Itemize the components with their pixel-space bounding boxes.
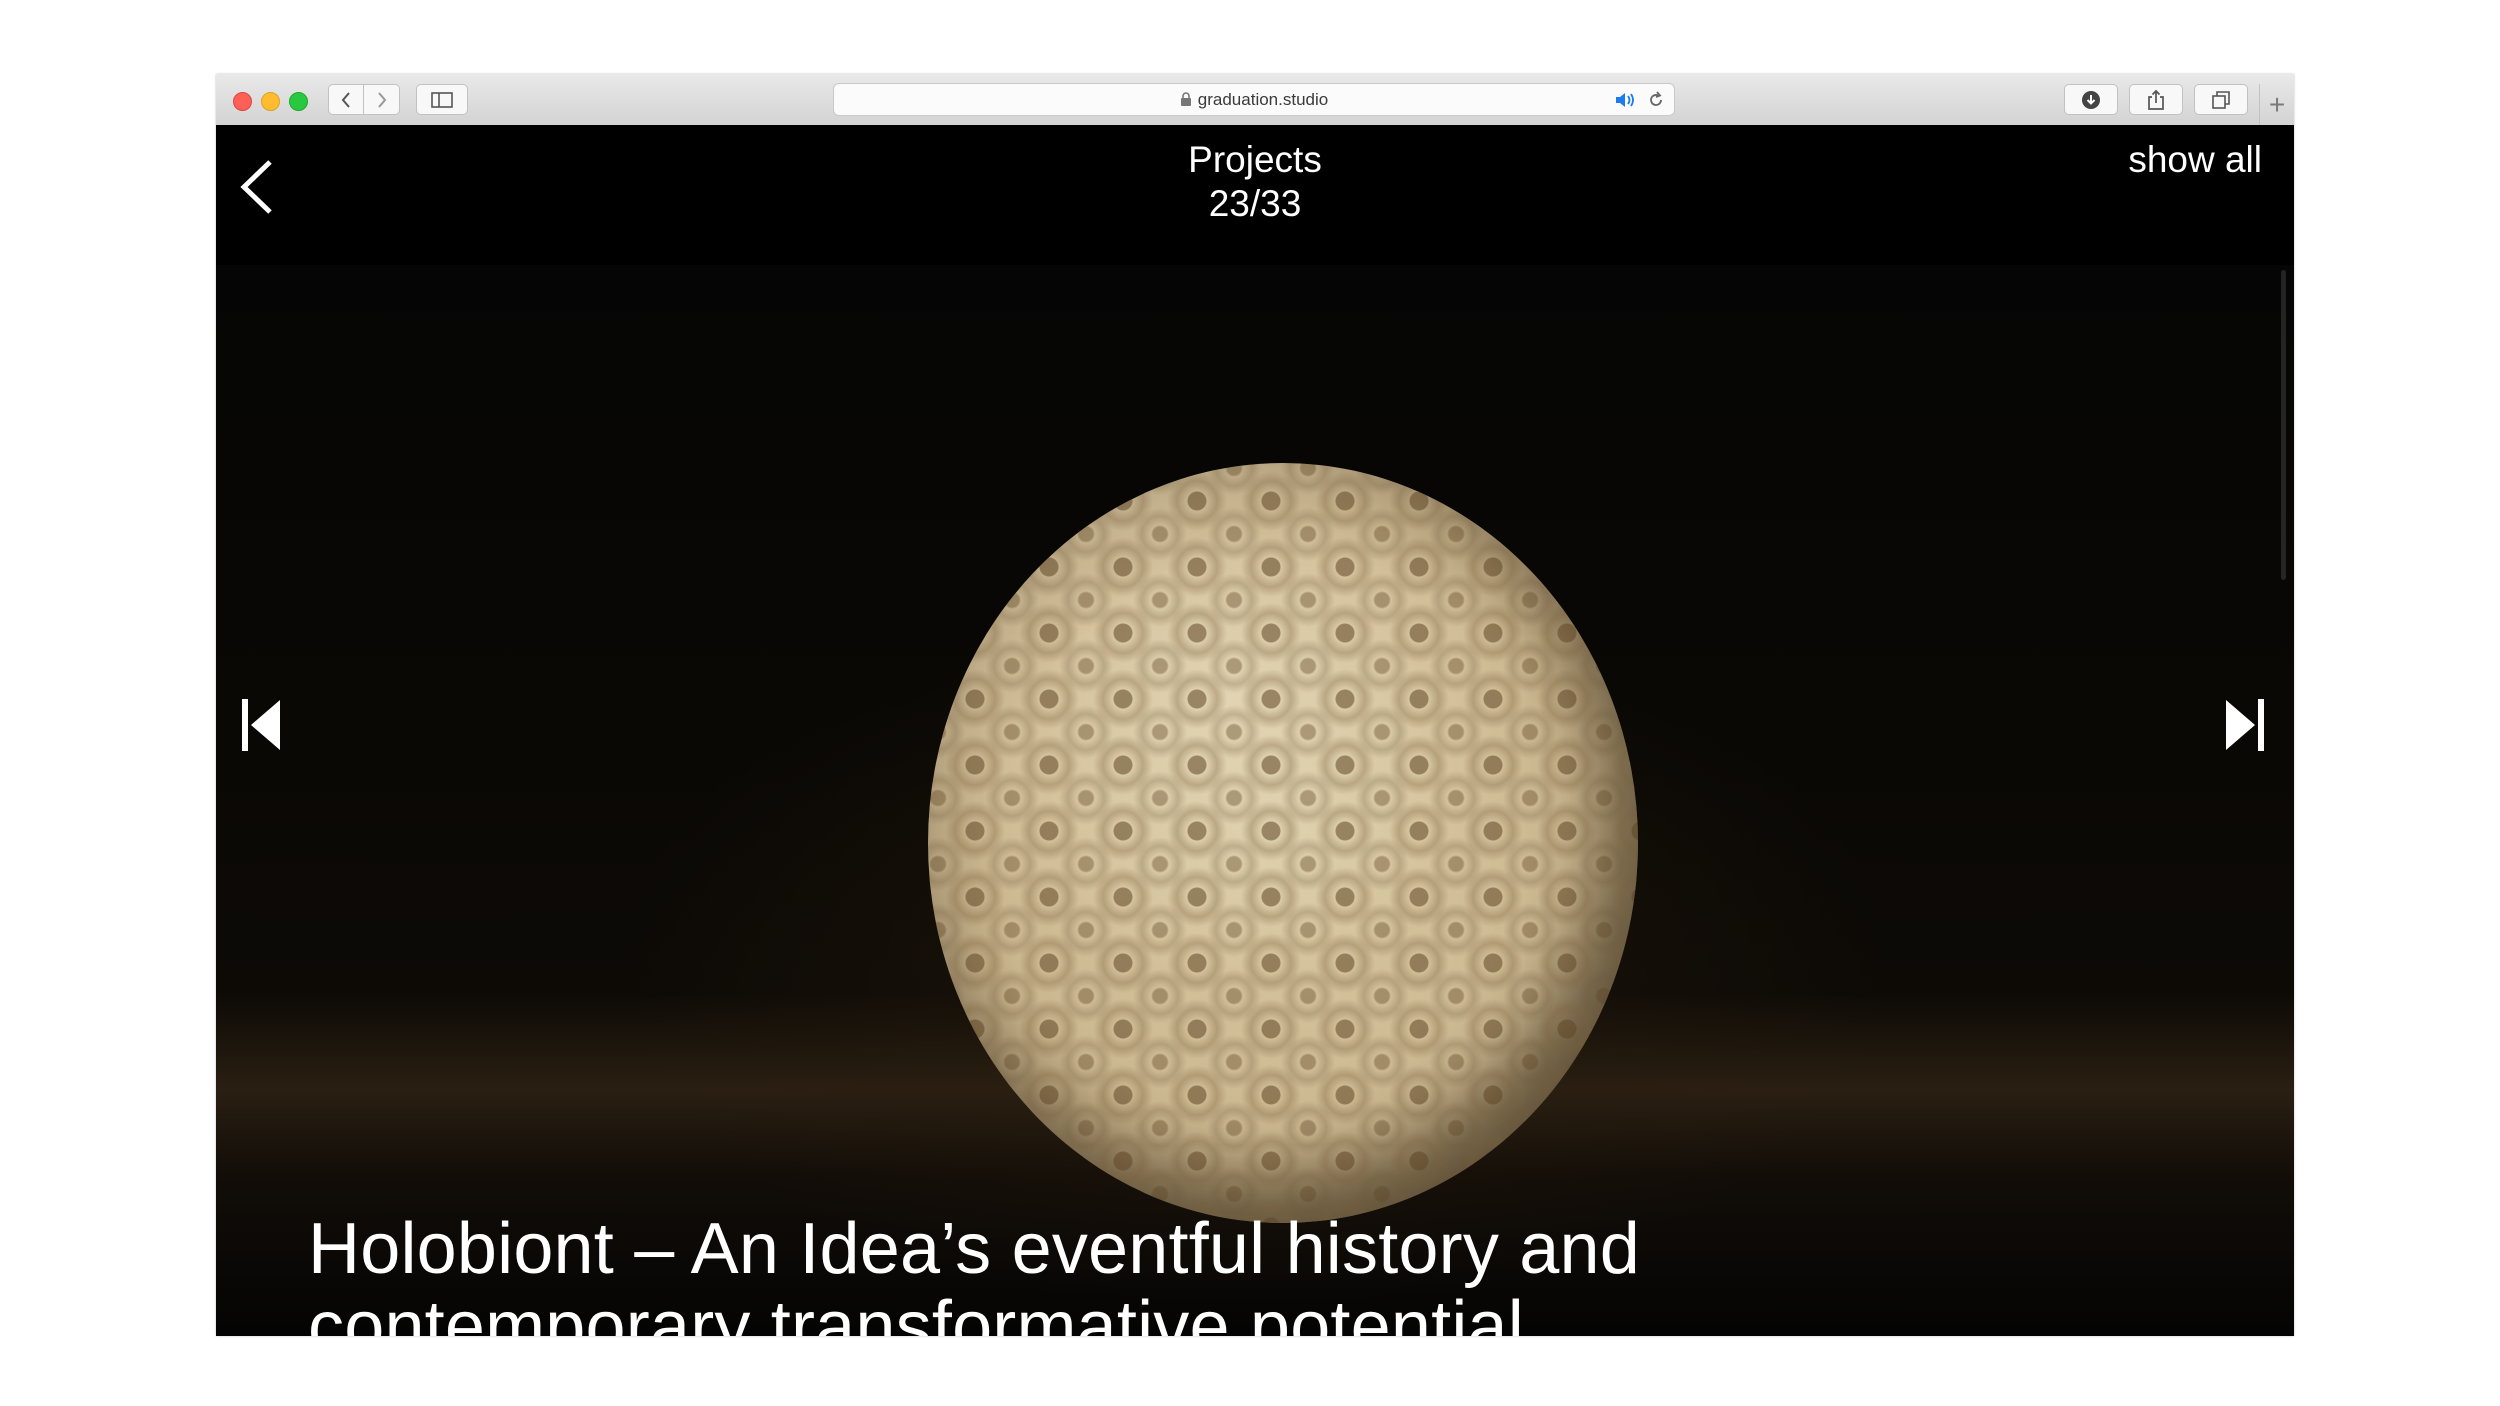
- sidebar-icon: [431, 91, 453, 108]
- address-url[interactable]: graduation.studio: [834, 84, 1674, 115]
- chevron-right-icon: [377, 91, 386, 108]
- share-icon: [2148, 89, 2164, 110]
- project-title: Holobiont – An Idea’s eventful history a…: [308, 1209, 1640, 1336]
- browser-window: graduation.studio + Projects 23/33 show …: [216, 74, 2294, 1336]
- projects-heading: Projects 23/33: [216, 138, 2294, 226]
- skip-next-icon[interactable]: [2224, 699, 2264, 751]
- lock-icon: [1180, 92, 1191, 106]
- downloads-button[interactable]: [2064, 84, 2118, 115]
- section-title: Projects: [1188, 139, 1322, 180]
- sidebar-toggle-button[interactable]: [416, 84, 468, 115]
- coral-photo: [928, 463, 1638, 1223]
- zoom-window-button[interactable]: [289, 92, 308, 111]
- skip-previous-icon[interactable]: [242, 699, 282, 751]
- scrollbar[interactable]: [2281, 270, 2286, 580]
- show-all-link[interactable]: show all: [2128, 138, 2262, 182]
- share-button[interactable]: [2129, 84, 2183, 115]
- browser-toolbar: graduation.studio +: [216, 74, 2294, 126]
- site-header: Projects 23/33 show all: [216, 125, 2294, 265]
- url-text: graduation.studio: [1197, 89, 1329, 109]
- reload-icon[interactable]: [1647, 91, 1665, 109]
- audio-playing-icon[interactable]: [1614, 91, 1640, 109]
- project-hero-image: [216, 265, 2294, 1336]
- download-icon: [2082, 90, 2100, 109]
- page-content: Projects 23/33 show all Holobiont – An I…: [216, 125, 2294, 1336]
- browser-forward-button[interactable]: [364, 84, 400, 115]
- minimize-window-button[interactable]: [261, 92, 280, 111]
- close-window-button[interactable]: [233, 92, 252, 111]
- tabs-icon: [2212, 90, 2230, 109]
- project-counter: 23/33: [1208, 183, 1302, 224]
- tab-overview-button[interactable]: [2194, 84, 2248, 115]
- new-tab-button[interactable]: +: [2259, 84, 2294, 125]
- chevron-left-icon: [341, 91, 350, 108]
- browser-back-button[interactable]: [328, 84, 364, 115]
- address-bar[interactable]: graduation.studio: [833, 83, 1675, 116]
